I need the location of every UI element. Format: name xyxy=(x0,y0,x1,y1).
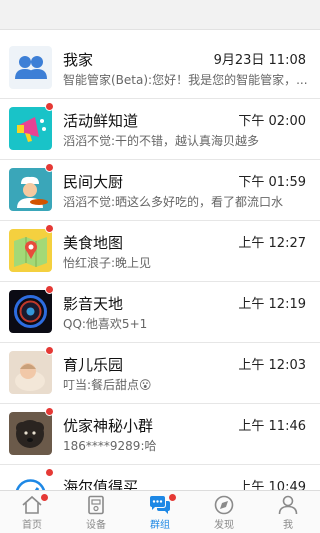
unread-badge xyxy=(45,346,54,355)
food-map-icon xyxy=(9,229,52,272)
chat-name: 影音天地 xyxy=(63,295,124,313)
chat-name: 优家神秘小群 xyxy=(63,417,154,435)
tab-label: 首页 xyxy=(22,520,42,531)
chat-row-minjian[interactable]: 民间大厨 下午 01:59 滔滔不觉:晒这么多好吃的，看了都流口水 xyxy=(0,160,320,221)
tab-label: 发现 xyxy=(214,520,234,531)
chat-row-yingyin[interactable]: 影音天地 上午 12:19 QQ:他喜欢5+1 xyxy=(0,282,320,343)
tab-label: 设备 xyxy=(86,520,106,531)
person-icon xyxy=(278,495,298,515)
tab-devices[interactable]: 设备 xyxy=(64,491,128,533)
tab-label: 群组 xyxy=(150,520,170,531)
tab-badge xyxy=(169,494,176,501)
chat-name: 美食地图 xyxy=(63,234,124,252)
chat-bubbles-icon xyxy=(150,496,170,514)
chat-time: 上午 12:19 xyxy=(238,297,306,312)
chat-name: 活动鲜知道 xyxy=(63,112,139,130)
unread-badge xyxy=(45,407,54,416)
chat-time: 上午 12:27 xyxy=(238,236,306,251)
chat-time: 下午 01:59 xyxy=(238,175,306,190)
status-bar-area xyxy=(0,0,320,30)
tab-discover[interactable]: 发现 xyxy=(192,491,256,533)
chat-row-haier[interactable]: 海尔值得买 上午 10:49 xyxy=(0,465,320,490)
chat-name: 我家 xyxy=(63,51,94,69)
family-group-icon xyxy=(9,46,52,89)
dog-photo xyxy=(9,412,52,455)
chat-time: 上午 10:49 xyxy=(238,480,306,490)
tab-label: 我 xyxy=(283,520,293,531)
chat-row-wojia[interactable]: 我家 9月23日 11:08 智能管家(Beta):您好！我是您的智能管家，..… xyxy=(0,38,320,99)
chat-row-huodong[interactable]: 活动鲜知道 下午 02:00 滔滔不觉:干的不错，越认真海贝越多 xyxy=(0,99,320,160)
compass-icon xyxy=(214,495,234,515)
megaphone-icon xyxy=(9,107,52,150)
device-icon xyxy=(88,495,104,515)
chef-icon xyxy=(9,168,52,211)
unread-badge xyxy=(45,163,54,172)
tab-groups[interactable]: 群组 xyxy=(128,491,192,533)
unread-badge xyxy=(45,102,54,111)
chat-list[interactable]: 我家 9月23日 11:08 智能管家(Beta):您好！我是您的智能管家，..… xyxy=(0,38,320,490)
chat-time: 9月23日 11:08 xyxy=(213,53,306,68)
chat-name: 海尔值得买 xyxy=(63,478,139,490)
tab-badge xyxy=(41,494,48,501)
chat-time: 上午 12:03 xyxy=(238,358,306,373)
chat-name: 民间大厨 xyxy=(63,173,124,191)
chat-row-youjia[interactable]: 优家神秘小群 上午 11:46 186****9289:哈 xyxy=(0,404,320,465)
tab-me[interactable]: 我 xyxy=(256,491,320,533)
tab-home[interactable]: 首页 xyxy=(0,491,64,533)
chat-last-message: 怡红浪子:晚上见 xyxy=(63,256,152,270)
unread-badge xyxy=(45,285,54,294)
bottom-tab-bar: 首页 设备 群组 发现 我 xyxy=(0,490,320,533)
baby-photo xyxy=(9,351,52,394)
chat-row-yuer[interactable]: 育儿乐园 上午 12:03 叮当:餐后甜点😮 xyxy=(0,343,320,404)
chat-last-message: 智能管家(Beta):您好！我是您的智能管家，... xyxy=(63,73,308,87)
chat-time: 下午 02:00 xyxy=(238,114,306,129)
unread-badge xyxy=(45,224,54,233)
chat-last-message: 186****9289:哈 xyxy=(63,439,157,453)
chat-time: 上午 11:46 xyxy=(238,419,306,434)
unread-badge xyxy=(45,468,54,477)
chat-last-message: 叮当:餐后甜点😮 xyxy=(63,378,152,392)
home-icon xyxy=(22,495,42,514)
speaker-icon xyxy=(9,290,52,333)
chat-last-message: 滔滔不觉:晒这么多好吃的，看了都流口水 xyxy=(63,195,284,209)
chat-last-message: 滔滔不觉:干的不错，越认真海贝越多 xyxy=(63,134,260,148)
chat-row-meishi[interactable]: 美食地图 上午 12:27 怡红浪子:晚上见 xyxy=(0,221,320,282)
chat-last-message: QQ:他喜欢5+1 xyxy=(63,317,148,331)
chat-name: 育儿乐园 xyxy=(63,356,124,374)
